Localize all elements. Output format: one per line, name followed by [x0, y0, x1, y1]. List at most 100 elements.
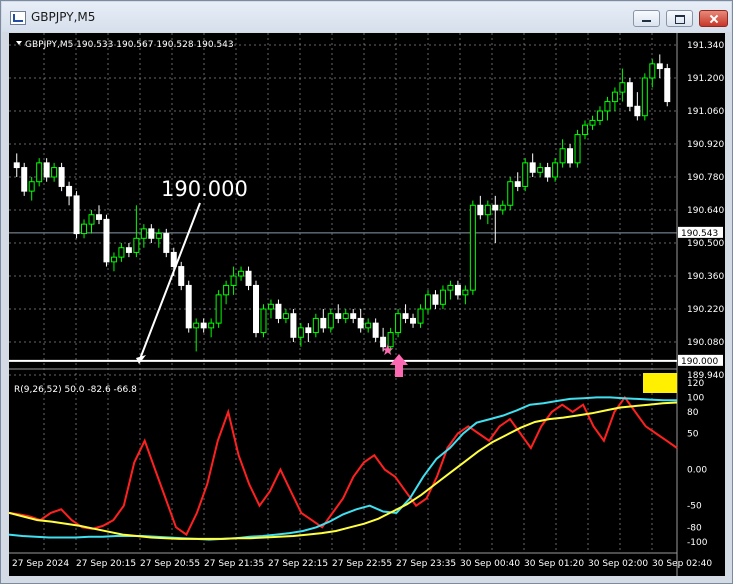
chart-grid: [9, 33, 677, 553]
time-axis-label: 27 Sep 22:55: [332, 559, 392, 569]
candle-body: [13, 162, 20, 169]
candle-body: [28, 181, 35, 192]
candle-body: [574, 134, 581, 164]
time-axis-label: 30 Sep 00:40: [460, 559, 520, 569]
time-axis-label: 30 Sep 01:20: [524, 559, 584, 569]
candle-body: [611, 91, 618, 103]
candle-body: [552, 162, 559, 178]
candle-body: [267, 303, 274, 310]
candle-body: [365, 322, 372, 329]
candle-body: [410, 317, 417, 324]
indicator-axis-label: 50: [687, 430, 699, 440]
candle-body: [454, 284, 461, 296]
indicator-header-text: R(9,26,52) 50.0 -82.6 -66.8: [14, 385, 137, 395]
indicator-lines: [9, 395, 678, 541]
candle-body: [193, 322, 200, 329]
candle-body: [484, 204, 491, 216]
candle-body: [589, 119, 596, 126]
candle-body: [253, 284, 260, 334]
candle-body: [43, 162, 50, 178]
candle-body: [372, 322, 379, 338]
current-price-tag: 190.543: [681, 229, 718, 239]
candle-body: [424, 294, 431, 310]
indicator-axis-label: -50: [687, 502, 702, 512]
candle-body: [73, 195, 80, 235]
candle-body: [439, 289, 446, 305]
candle-body: [21, 167, 28, 192]
candle-body: [342, 313, 349, 319]
candle-body: [320, 317, 327, 329]
candle-body: [95, 214, 102, 220]
price-axis-label: 190.640: [687, 206, 724, 216]
time-axis-label: 30 Sep 02:40: [652, 559, 712, 569]
price-chart[interactable]: 190.000 ★ GBPJPY,M5 190.533 190.567 190.…: [9, 33, 725, 576]
candle-body: [305, 327, 312, 334]
indicator-axis-labels: 120 100 80 50 0.00 -50 -80 -100: [687, 379, 708, 548]
candle-body: [36, 162, 43, 183]
candle-body: [110, 256, 117, 263]
indicator-axis-label: 0.00: [687, 466, 707, 476]
price-axis-label: 190.360: [687, 272, 724, 282]
candle-body: [357, 317, 364, 329]
candle-body: [469, 204, 476, 291]
candle-body: [103, 218, 110, 263]
minimize-button[interactable]: [633, 10, 660, 27]
price-axis-labels: 191.340 191.200 191.060 190.920 190.780 190.6…: [687, 41, 724, 381]
candle-body: [327, 313, 334, 329]
chart-header-text: GBPJPY,M5 190.533 190.567 190.528 190.54…: [25, 40, 234, 50]
time-axis-label: 27 Sep 23:35: [396, 559, 456, 569]
candle-body: [58, 167, 65, 187]
candle-body: [275, 303, 282, 319]
candle-body: [133, 237, 140, 253]
price-axis-label: 191.340: [687, 41, 724, 51]
candle-body: [432, 294, 439, 305]
indicator-axis-label: -80: [687, 523, 702, 533]
candle-body: [148, 228, 155, 239]
candle-body: [537, 167, 544, 173]
candle-body: [492, 204, 499, 211]
price-axis-label: 190.780: [687, 173, 724, 183]
close-button[interactable]: [699, 10, 728, 27]
candle-body: [118, 247, 125, 258]
chart-window: GBPJPY,M5 190.000 ★ GBPJPY,M5 190.533 19…: [0, 0, 733, 584]
candle-body: [582, 124, 589, 136]
time-axis-label: 27 Sep 20:55: [140, 559, 200, 569]
candle-body: [626, 82, 633, 107]
yellow-indicator-line: [9, 401, 678, 540]
line-price-tag: 190.000: [681, 357, 718, 367]
candle-body: [522, 162, 529, 187]
candle-body: [656, 63, 663, 70]
candle-body: [447, 284, 454, 291]
candle-body: [66, 185, 73, 197]
candle-body: [402, 313, 409, 319]
candle-body: [529, 162, 536, 173]
price-axis-label: 190.080: [687, 338, 724, 348]
candle-body: [290, 313, 297, 338]
candle-body: [664, 68, 671, 103]
time-axis-label: 30 Sep 02:00: [588, 559, 648, 569]
indicator-axis-label: 100: [687, 393, 704, 403]
price-axis-label: 190.220: [687, 305, 724, 315]
indicator-yellow-box: [643, 373, 677, 393]
candle-body: [125, 247, 132, 253]
candle-body: [245, 270, 252, 286]
maximize-button[interactable]: [666, 10, 693, 27]
candle-body: [178, 266, 185, 286]
price-axis-label: 190.920: [687, 140, 724, 150]
candle-body: [260, 308, 267, 334]
chart-area[interactable]: 190.000 ★ GBPJPY,M5 190.533 190.567 190.…: [9, 33, 725, 576]
signal-star-icon: ★: [381, 341, 394, 359]
candle-body: [185, 284, 192, 329]
candle-body: [81, 223, 88, 235]
candle-body: [230, 275, 237, 286]
symbol-dropdown-icon: [16, 41, 22, 45]
candle-body: [567, 148, 574, 164]
candle-body: [88, 214, 95, 225]
candle-body: [641, 77, 648, 117]
cyan-indicator-line: [9, 396, 677, 541]
title-bar[interactable]: GBPJPY,M5: [2, 2, 731, 32]
indicator-axis-label: -100: [687, 538, 708, 548]
candle-body: [297, 327, 304, 338]
time-axis-label: 27 Sep 2024: [12, 559, 69, 569]
candle-body: [559, 148, 566, 164]
